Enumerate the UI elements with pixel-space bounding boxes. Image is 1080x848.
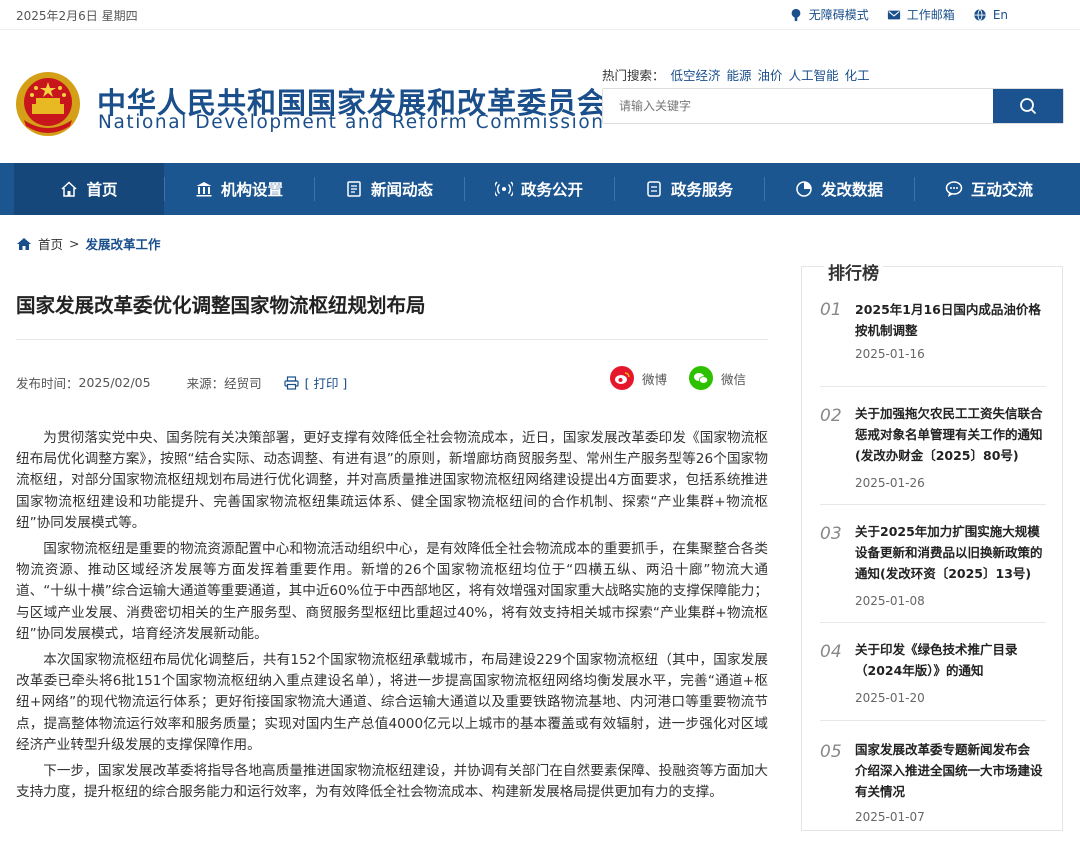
- ranking-item-date: 2025-01-08: [855, 594, 925, 608]
- work-mail-label: 工作邮箱: [906, 8, 955, 22]
- home-icon: [61, 181, 77, 197]
- divider: [16, 339, 768, 340]
- share-bar: 微博 微信: [610, 366, 746, 390]
- ranking-item-date: 2025-01-16: [855, 347, 925, 361]
- article-body: 为贯彻落实党中央、国务院有关决策部署，更好支撑有效降低全社会物流成本，近日，国家…: [16, 428, 768, 808]
- share-weibo-label: 微博: [642, 371, 668, 387]
- english-label: En: [992, 7, 1008, 22]
- top-links: 无障碍模式 工作邮箱 En: [789, 6, 1008, 23]
- news-icon: [347, 181, 361, 197]
- home-icon: [17, 237, 31, 250]
- site-title-en: National Development and Reform Commissi…: [98, 112, 605, 133]
- hot-search: 热门搜索： 低空经济 能源 油价 人工智能 化工: [602, 65, 870, 84]
- printer-icon: [283, 375, 299, 390]
- publish-label: 发布时间：: [16, 376, 79, 391]
- nav-label: 机构设置: [220, 181, 283, 199]
- hot-keyword[interactable]: 能源: [727, 65, 752, 84]
- search-icon: [1020, 98, 1037, 115]
- nav-organization[interactable]: 机构设置: [164, 163, 314, 215]
- search-button[interactable]: [993, 89, 1063, 123]
- current-date: 2025年2月6日 星期四: [16, 9, 138, 23]
- accessibility-mode-link[interactable]: 无障碍模式: [789, 6, 869, 23]
- ranking-item[interactable]: 04 关于印发《绿色技术推广目录（2024年版）》的通知 2025-01-20: [820, 623, 1046, 721]
- print-label: [ 打印 ]: [304, 376, 348, 391]
- nav-label: 首页: [86, 181, 118, 199]
- share-weibo-button[interactable]: 微博: [610, 366, 667, 390]
- mail-icon: [887, 10, 900, 19]
- hot-keyword[interactable]: 低空经济: [671, 65, 721, 84]
- ranking-number: 02: [820, 406, 842, 426]
- breadcrumb-home[interactable]: 首页: [38, 234, 63, 253]
- ranking-item-title: 关于2025年加力扩围实施大规模设备更新和消费品以旧换新政策的通知(发改环资〔2…: [855, 524, 1043, 581]
- article-paragraph: 本次国家物流枢纽布局优化调整后，共有152个国家物流枢纽承载城市，布局建设229…: [16, 652, 768, 753]
- ranking-item[interactable]: 03 关于2025年加力扩围实施大规模设备更新和消费品以旧换新政策的通知(发改环…: [820, 505, 1046, 623]
- pie-chart-icon: [796, 181, 812, 197]
- nav-government-services[interactable]: 政务服务: [614, 163, 764, 215]
- breadcrumb-current[interactable]: 发展改革工作: [86, 234, 161, 253]
- breadcrumb-separator: >: [69, 236, 80, 251]
- ranking-title: 排行榜: [824, 259, 883, 284]
- share-wechat-label: 微信: [721, 371, 747, 387]
- share-wechat-button[interactable]: 微信: [689, 366, 746, 390]
- ranking-item[interactable]: 02 关于加强拖欠农民工工资失信联合惩戒对象名单管理有关工作的通知(发改办财金〔…: [820, 387, 1046, 505]
- work-mail-link[interactable]: 工作邮箱: [887, 6, 955, 23]
- main-nav: 首页 机构设置 新闻动态 政务公开 政务服务 发改数据 互动交流: [0, 163, 1080, 215]
- ranking-item-date: 2025-01-26: [855, 476, 925, 490]
- ranking-item[interactable]: 05 国家发展改革委专题新闻发布会 介绍深入推进全国统一大市场建设有关情况 20…: [820, 721, 1046, 831]
- wechat-icon: [689, 366, 714, 390]
- nav-news[interactable]: 新闻动态: [314, 163, 464, 215]
- nav-label: 政务公开: [520, 181, 583, 199]
- nav-home[interactable]: 首页: [14, 163, 164, 215]
- hot-keyword[interactable]: 油价: [758, 65, 783, 84]
- building-icon: [196, 182, 212, 197]
- english-link[interactable]: En: [973, 6, 1008, 23]
- source-label: 来源：: [186, 376, 225, 391]
- ranking-panel: 排行榜 01 2025年1月16日国内成品油价格按机制调整 2025-01-16…: [801, 259, 1063, 831]
- document-icon: [647, 181, 661, 197]
- nav-label: 互动交流: [970, 181, 1033, 199]
- article-paragraph: 下一步，国家发展改革委将指导各地高质量推进国家物流枢纽建设，并协调有关部门在自然…: [16, 763, 768, 801]
- article-title: 国家发展改革委优化调整国家物流枢纽规划布局: [16, 294, 426, 317]
- print-button[interactable]: [ 打印 ]: [283, 373, 348, 392]
- ranking-number: 01: [820, 300, 842, 320]
- nav-label: 新闻动态: [370, 181, 433, 199]
- publish-date: 2025/02/05: [78, 375, 151, 390]
- ranking-item-date: 2025-01-20: [855, 691, 925, 705]
- weibo-icon: [610, 366, 634, 390]
- ranking-number: 03: [820, 524, 842, 544]
- nav-data[interactable]: 发改数据: [764, 163, 914, 215]
- ranking-list: 01 2025年1月16日国内成品油价格按机制调整 2025-01-16 02 …: [820, 297, 1046, 831]
- ranking-item[interactable]: 01 2025年1月16日国内成品油价格按机制调整 2025-01-16: [820, 297, 1046, 387]
- ranking-item-title: 2025年1月16日国内成品油价格按机制调整: [855, 302, 1041, 338]
- nav-label: 政务服务: [670, 181, 733, 199]
- accessibility-icon: [791, 8, 801, 21]
- nav-government-affairs[interactable]: 政务公开: [464, 163, 614, 215]
- nav-label: 发改数据: [820, 181, 883, 199]
- search-input[interactable]: [603, 89, 993, 123]
- hot-keyword[interactable]: 人工智能: [789, 65, 839, 84]
- source-value: 经贸司: [224, 376, 262, 391]
- nav-interaction[interactable]: 互动交流: [914, 163, 1064, 215]
- hot-search-label: 热门搜索：: [602, 68, 665, 83]
- breadcrumb: 首页 > 发展改革工作: [16, 234, 161, 253]
- broadcast-icon: [494, 181, 513, 197]
- search-box: [602, 88, 1064, 124]
- article-meta: 发布时间： 2025/02/05 来源： 经贸司 [ 打印 ]: [16, 373, 347, 392]
- ranking-item-title: 关于加强拖欠农民工工资失信联合惩戒对象名单管理有关工作的通知(发改办财金〔202…: [855, 406, 1043, 463]
- ranking-number: 05: [820, 742, 842, 762]
- ranking-item-title: 国家发展改革委专题新闻发布会 介绍深入推进全国统一大市场建设有关情况: [855, 742, 1043, 799]
- top-bar: 2025年2月6日 星期四 无障碍模式 工作邮箱 En: [0, 0, 1080, 30]
- article-paragraph: 国家物流枢纽是重要的物流资源配置中心和物流活动组织中心，是有效降低全社会物流成本…: [16, 541, 768, 642]
- site-header: 中华人民共和国国家发展和改革委员会 National Development a…: [0, 30, 1080, 163]
- national-emblem-logo[interactable]: [14, 70, 82, 138]
- article-paragraph: 为贯彻落实党中央、国务院有关决策部署，更好支撑有效降低全社会物流成本，近日，国家…: [16, 430, 768, 531]
- accessibility-mode-label: 无障碍模式: [808, 8, 869, 22]
- ranking-number: 04: [820, 642, 842, 662]
- ranking-item-date: 2025-01-07: [855, 810, 925, 824]
- chat-icon: [945, 181, 963, 197]
- hot-keyword[interactable]: 化工: [845, 65, 870, 84]
- globe-icon: [974, 8, 986, 21]
- ranking-item-title: 关于印发《绿色技术推广目录（2024年版）》的通知: [855, 642, 1018, 678]
